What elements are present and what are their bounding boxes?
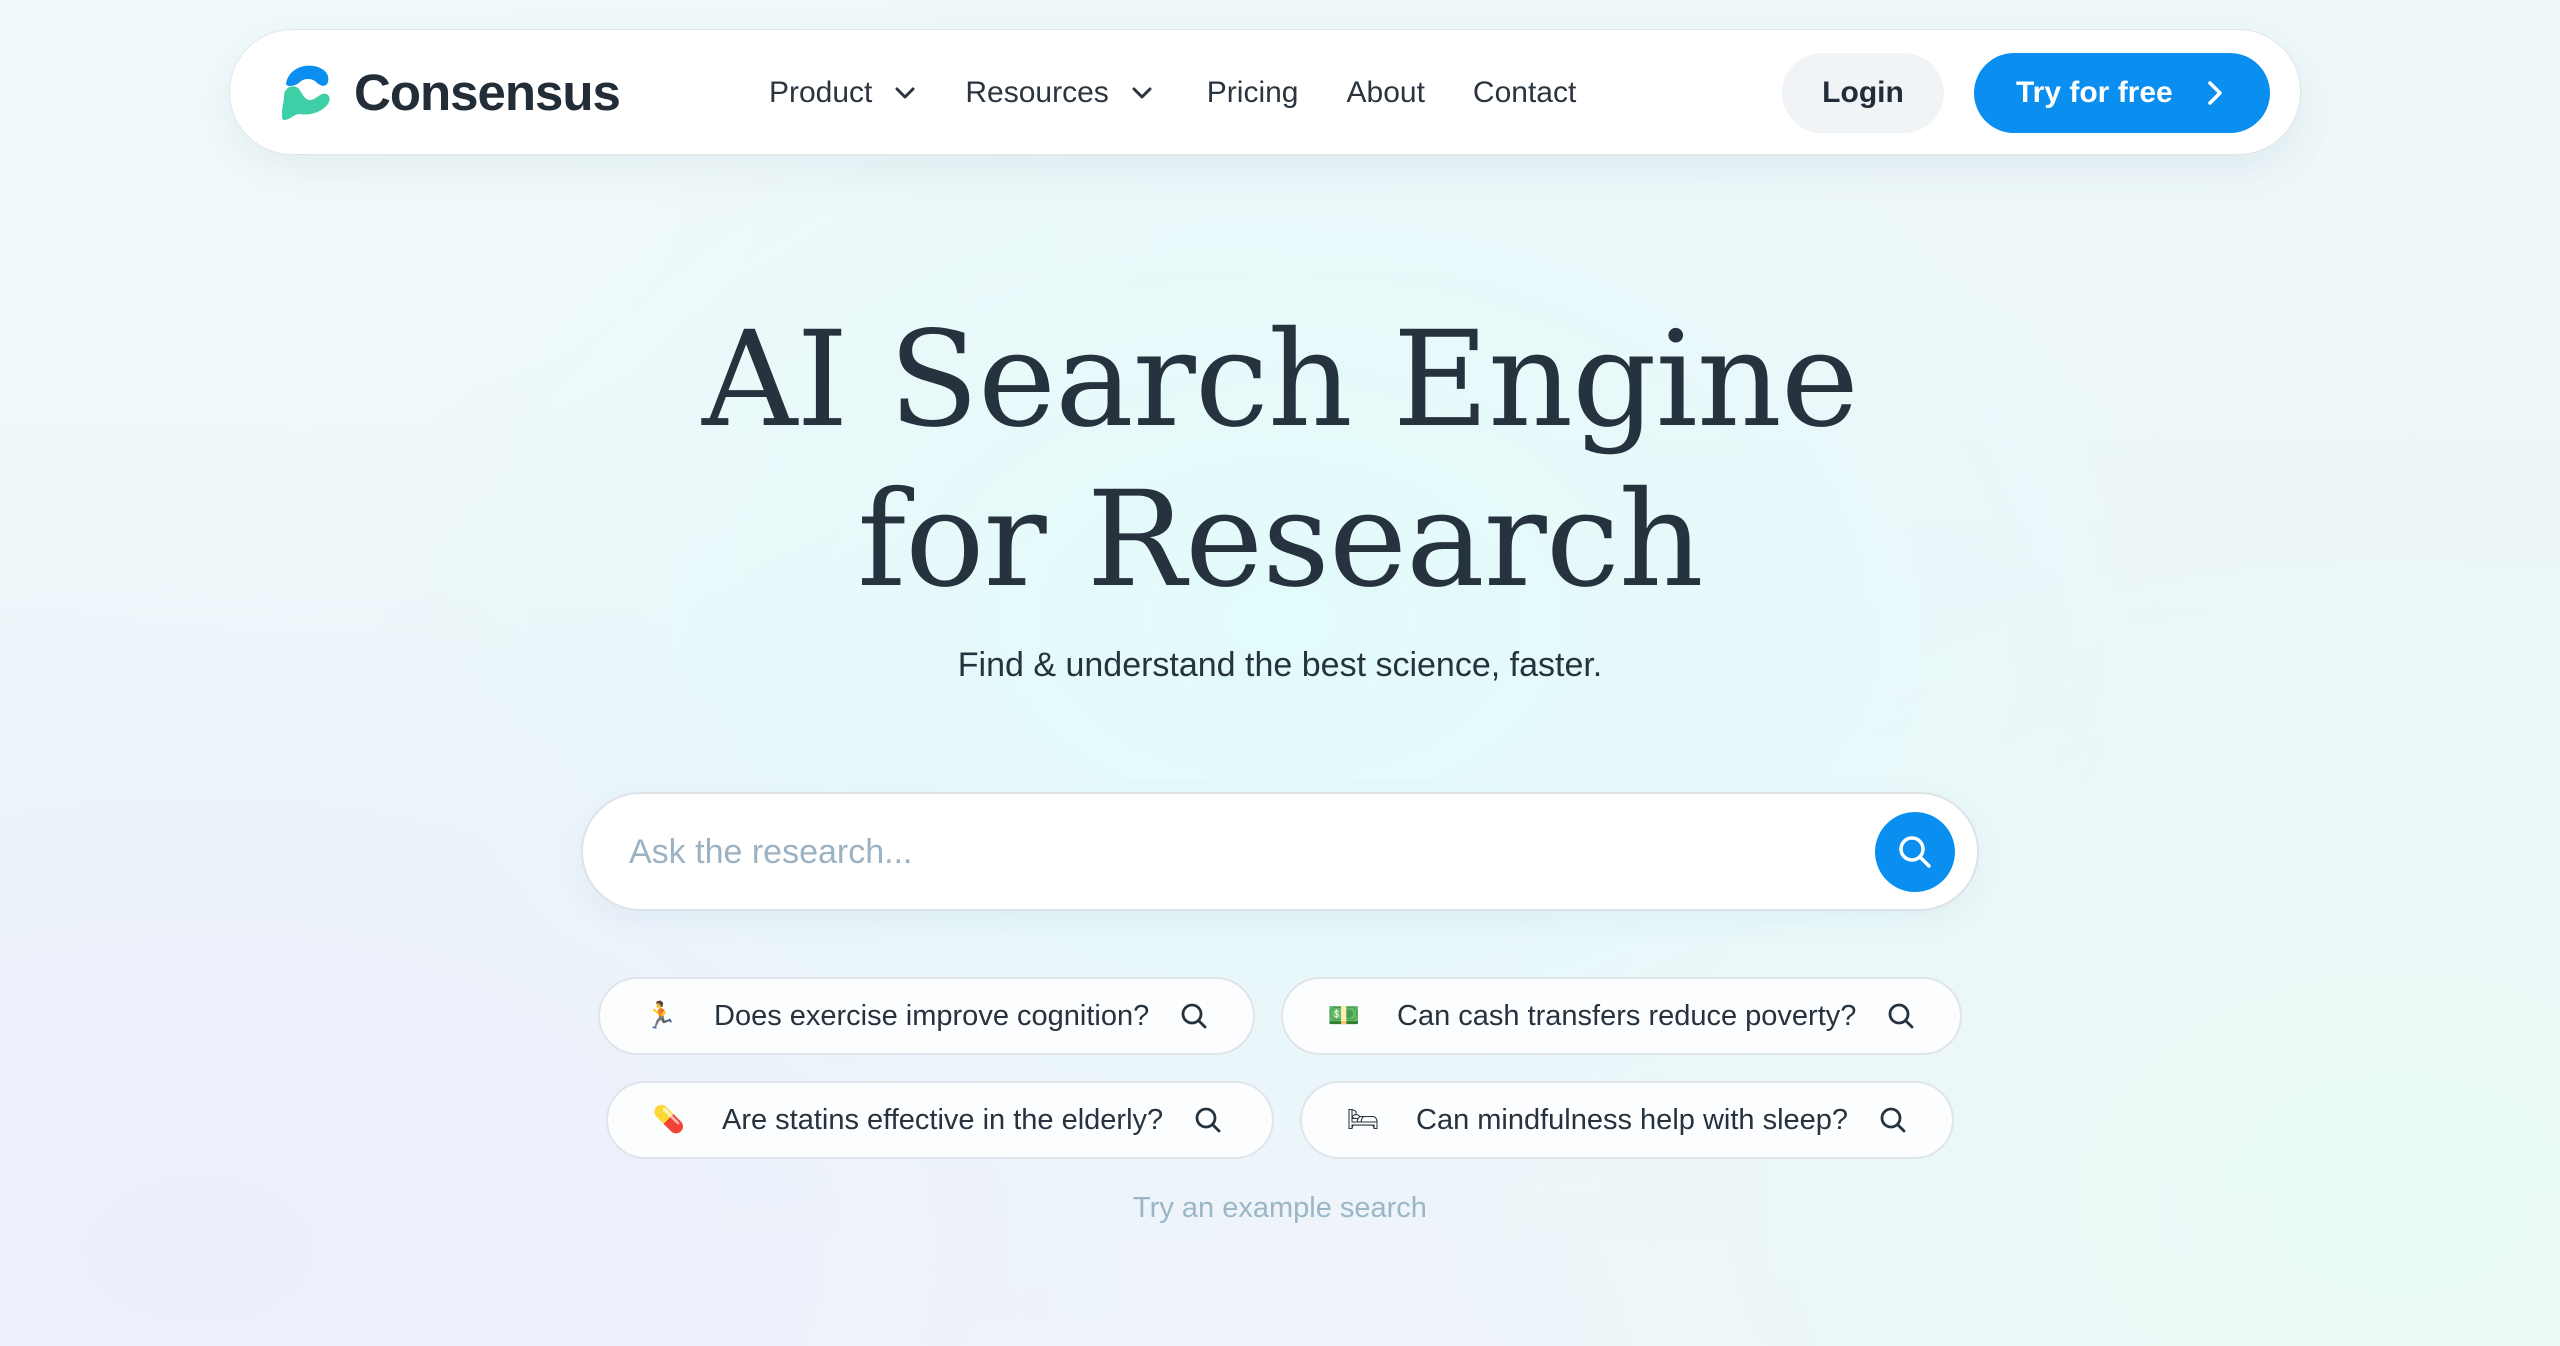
dollar-banknote-icon: 💵 xyxy=(1327,1001,1361,1031)
pill-icon: 💊 xyxy=(652,1105,686,1135)
search-box xyxy=(581,792,1979,911)
hero-title: AI Search Engine for Research xyxy=(0,300,2560,620)
nav-item-label: Contact xyxy=(1472,76,1577,109)
hero-title-line-2: for Research xyxy=(857,463,1703,617)
nav-item-label: Resources xyxy=(965,76,1109,109)
nav-item-contact[interactable]: Contact xyxy=(1473,76,1576,110)
login-button[interactable]: Login xyxy=(1782,53,1944,133)
search-icon xyxy=(1899,836,1931,868)
search-icon xyxy=(1889,1003,1914,1029)
search-icon xyxy=(1181,1003,1207,1029)
consensus-logo-icon xyxy=(282,65,330,120)
nav-item-resources[interactable]: Resources xyxy=(965,76,1152,110)
search-submit-button[interactable] xyxy=(1875,812,1955,892)
example-search-label: Are statins effective in the elderly? xyxy=(722,1103,1164,1136)
hero-title-line-1: AI Search Engine xyxy=(702,303,1859,457)
example-search-chip[interactable]: 🏃 Does exercise improve cognition? xyxy=(598,977,1255,1055)
nav-item-pricing[interactable]: Pricing xyxy=(1207,76,1299,110)
example-search-chip[interactable]: 💊 Are statins effective in the elderly? xyxy=(606,1081,1274,1159)
nav-links: Product Resources Pricing About Contact xyxy=(769,30,1624,156)
try-for-free-button[interactable]: Try for free xyxy=(1974,53,2270,133)
hero-subtitle: Find & understand the best science, fast… xyxy=(957,646,1603,684)
search-input[interactable] xyxy=(629,814,1829,890)
example-search-label: Can cash transfers reduce poverty? xyxy=(1397,999,1857,1032)
nav-item-label: Pricing xyxy=(1206,76,1299,109)
example-search-label: Can mindfulness help with sleep? xyxy=(1416,1103,1849,1136)
brand-name: Consensus xyxy=(354,63,621,121)
example-search-label: Does exercise improve cognition? xyxy=(714,999,1150,1032)
nav-item-about[interactable]: About xyxy=(1347,76,1425,110)
nav-item-product[interactable]: Product xyxy=(769,76,916,110)
example-search-chip[interactable]: 💵 Can cash transfers reduce poverty? xyxy=(1281,977,1962,1055)
chevron-down-icon xyxy=(1132,87,1152,99)
nav-item-label: About xyxy=(1346,76,1425,109)
example-search-hint: Try an example search xyxy=(1133,1192,1427,1224)
try-for-free-label: Try for free xyxy=(2016,76,2173,109)
nav-item-label: Product xyxy=(769,76,873,109)
logo-link[interactable]: Consensus xyxy=(278,60,621,124)
top-nav: Consensus Product Resources Pricing Abou… xyxy=(229,29,2301,155)
chevron-down-icon xyxy=(895,87,915,99)
search-icon xyxy=(1195,1107,1221,1133)
running-person-icon: 🏃 xyxy=(644,1001,678,1031)
bed-icon: 🛏 xyxy=(1346,1105,1380,1135)
example-search-chip[interactable]: 🛏 Can mindfulness help with sleep? xyxy=(1300,1081,1954,1159)
search-icon xyxy=(1880,1107,1906,1133)
chevron-right-icon xyxy=(2207,81,2222,105)
